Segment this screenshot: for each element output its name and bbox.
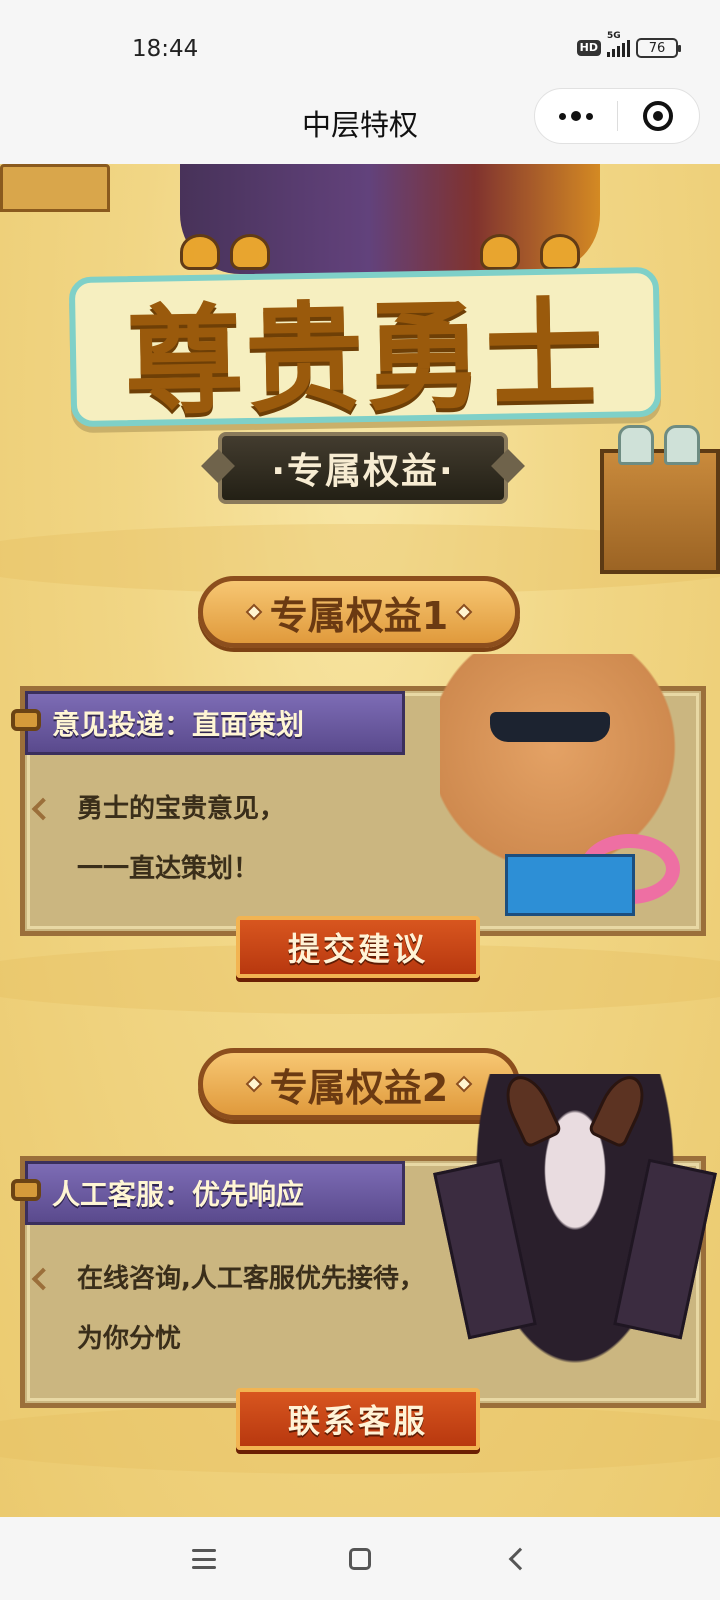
status-icons: HD 5G 76 bbox=[576, 31, 681, 58]
sandcastle-illustration bbox=[0, 164, 110, 212]
title-bar: 中层特权 bbox=[0, 88, 720, 164]
card-text-line: 一一直达策划！ bbox=[77, 854, 260, 884]
card-text-line: 为你分忧 bbox=[77, 1324, 182, 1354]
button-label: 联系客服 bbox=[287, 1402, 428, 1440]
card-header: 人工客服：优先响应 bbox=[25, 1161, 405, 1225]
menu-icon[interactable] bbox=[182, 1539, 226, 1579]
hero-title-banner: 尊贵勇士 bbox=[68, 266, 662, 431]
section-badge-label: 专属权益1 bbox=[269, 593, 449, 638]
signal-icon: 5G bbox=[607, 31, 630, 57]
demon-character-illustration bbox=[433, 1068, 717, 1394]
system-nav-bar bbox=[0, 1517, 720, 1600]
privilege-page: 尊贵勇士 ·专属权益· 专属权益1 意见投递：直面策划 勇士的宝贵意见， 一一直… bbox=[0, 164, 720, 1517]
battery-icon: 76 bbox=[636, 38, 681, 58]
button-label: 提交建议 bbox=[287, 930, 428, 968]
home-square-icon[interactable] bbox=[338, 1539, 382, 1579]
card-text-line: 在线咨询,人工客服优先接待， bbox=[77, 1264, 425, 1294]
battery-level: 76 bbox=[648, 40, 666, 56]
hook-icon bbox=[11, 1179, 41, 1201]
hook-icon bbox=[11, 709, 41, 731]
status-bar: 18:44 HD 5G 76 bbox=[0, 0, 720, 88]
status-time: 18:44 bbox=[132, 36, 199, 62]
shorts-illustration bbox=[505, 854, 635, 916]
sunglasses-illustration bbox=[490, 712, 610, 742]
card-header-label: 人工客服：优先响应 bbox=[52, 1178, 305, 1211]
arrow-left-icon bbox=[31, 797, 55, 821]
diamond-icon bbox=[455, 603, 473, 621]
hd-icon: HD bbox=[576, 40, 601, 56]
section-badge-label: 专属权益2 bbox=[269, 1065, 449, 1110]
diamond-icon bbox=[245, 603, 263, 621]
hero-title: 尊贵勇士 bbox=[123, 284, 607, 431]
mini-program-capsule bbox=[534, 88, 700, 144]
card-header-label: 意见投递：直面策划 bbox=[52, 708, 305, 741]
more-dots-icon[interactable] bbox=[535, 89, 617, 143]
card-text-line: 勇士的宝贵意见， bbox=[77, 794, 286, 824]
hero-subtitle: ·专属权益· bbox=[271, 451, 455, 492]
crate-illustration bbox=[600, 425, 720, 574]
network-label: 5G bbox=[607, 31, 621, 41]
section-badge-1: 专属权益1 bbox=[198, 576, 520, 648]
card-header: 意见投递：直面策划 bbox=[25, 691, 405, 755]
target-close-icon[interactable] bbox=[618, 89, 700, 143]
hero-subtitle-plate: ·专属权益· bbox=[218, 432, 508, 504]
back-chevron-icon[interactable] bbox=[494, 1539, 538, 1579]
contact-service-button[interactable]: 联系客服 bbox=[236, 1388, 480, 1450]
arrow-left-icon bbox=[31, 1267, 55, 1291]
submit-suggestion-button[interactable]: 提交建议 bbox=[236, 916, 480, 978]
diamond-icon bbox=[245, 1075, 263, 1093]
